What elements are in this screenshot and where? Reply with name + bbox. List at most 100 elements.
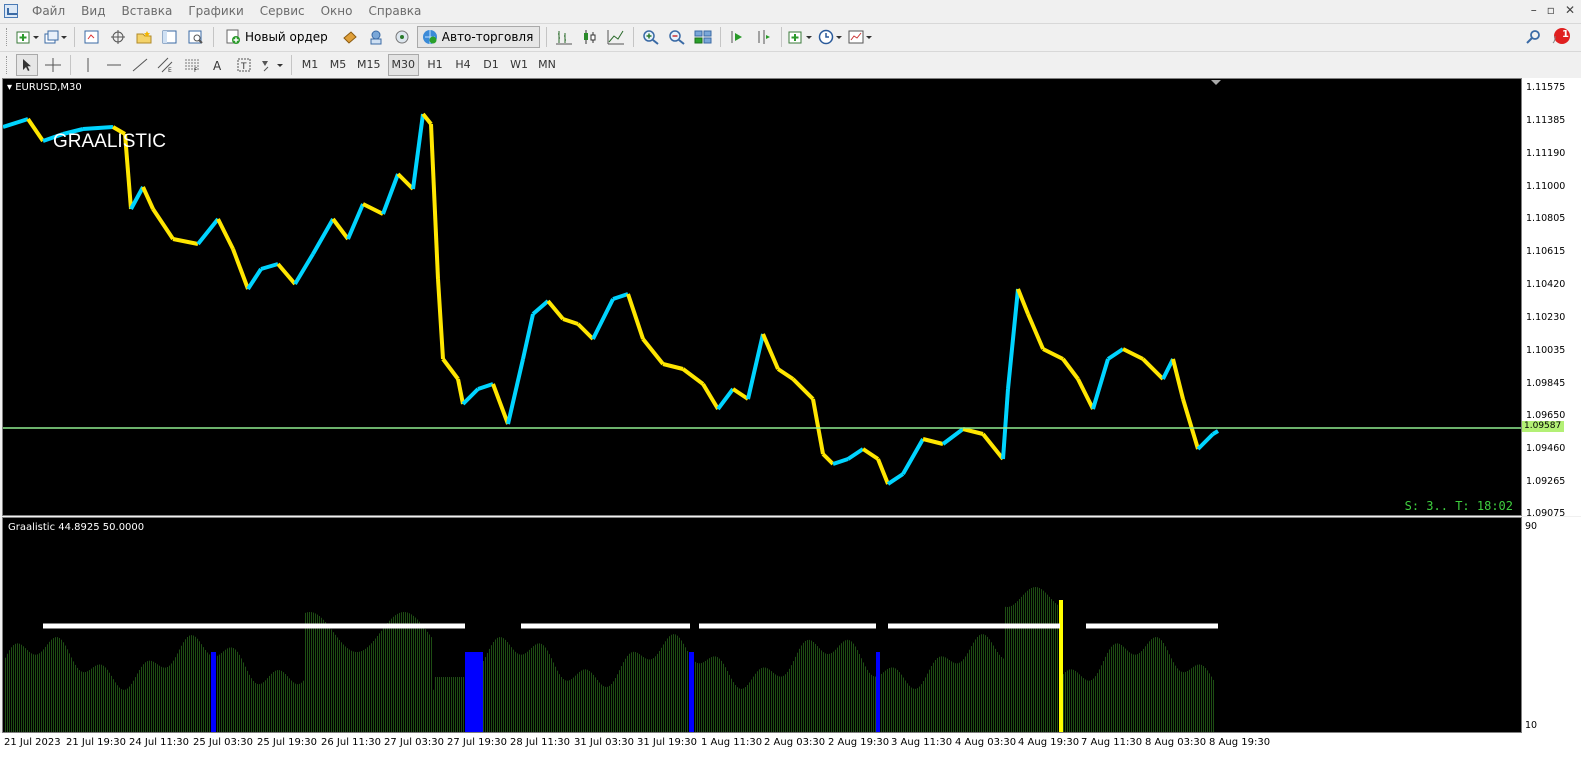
indicator-bar	[1187, 671, 1188, 732]
indicator-bar	[261, 683, 262, 732]
indicator-bar	[989, 639, 990, 732]
separator	[720, 27, 722, 47]
market-watch-button[interactable]	[81, 26, 103, 48]
indicator-bar	[651, 659, 652, 732]
indicator-bar	[883, 672, 884, 732]
indicator-bar	[713, 656, 714, 732]
bar-chart-button[interactable]	[553, 26, 575, 48]
tf-M5[interactable]: M5	[326, 54, 350, 76]
indicator-bar	[235, 649, 236, 732]
toolbar-grip[interactable]	[6, 55, 10, 74]
notifications-button[interactable]: 1	[1549, 26, 1571, 48]
metaeditor-button[interactable]	[339, 26, 361, 48]
tile-windows-button[interactable]	[692, 26, 714, 48]
indicator-bar	[597, 679, 598, 732]
strategy-tester-button[interactable]	[185, 26, 207, 48]
price-segment	[151, 207, 175, 241]
indicator-bar	[107, 669, 108, 732]
profiles-button[interactable]	[44, 26, 68, 48]
text-tool-button[interactable]: A	[207, 54, 229, 76]
tf-H1[interactable]: H1	[423, 54, 447, 76]
indicator-bar	[317, 614, 318, 732]
price-axis[interactable]: 1.11575 1.11385 1.11190 1.11000 1.10805 1.106…	[1522, 78, 1581, 519]
tf-W1[interactable]: W1	[507, 54, 531, 76]
indicator-bar	[709, 658, 710, 732]
navigator-button[interactable]	[133, 26, 155, 48]
price-segment	[531, 299, 550, 316]
periods-button[interactable]	[818, 26, 844, 48]
indicator-bar	[153, 661, 154, 732]
indicator-bar	[387, 622, 388, 732]
signals-button[interactable]	[391, 26, 413, 48]
indicator-bar	[327, 624, 328, 732]
candlestick-button[interactable]	[579, 26, 601, 48]
indicator-bar	[307, 612, 308, 732]
menu-file[interactable]: Файл	[24, 0, 73, 22]
text-label-button[interactable]: T	[233, 54, 255, 76]
indicator-bar	[951, 661, 952, 732]
crosshair-icon	[45, 57, 61, 72]
tf-H4[interactable]: H4	[451, 54, 475, 76]
fibonacci-button[interactable]: F	[181, 54, 203, 76]
menu-tools[interactable]: Сервис	[252, 0, 313, 22]
indicator-bar	[963, 659, 964, 732]
indicator-bar	[343, 644, 344, 732]
price-segment	[231, 248, 250, 290]
menu-charts[interactable]: Графики	[180, 0, 251, 22]
chart-shift-button[interactable]	[753, 26, 775, 48]
price-chart[interactable]: ▾ EURUSD,M30 GRAALISTIC S: 3.. T: 18:02	[2, 78, 1522, 516]
equidistant-channel-button[interactable]: E	[155, 54, 177, 76]
zoom-in-button[interactable]	[640, 26, 662, 48]
indicators-button[interactable]	[788, 26, 814, 48]
indicator-window[interactable]: Graalistic 44.8925 50.0000	[2, 517, 1522, 733]
vertical-line-button[interactable]	[77, 54, 99, 76]
indicator-bar	[405, 612, 406, 732]
toolbar-grip[interactable]	[6, 28, 10, 46]
indicator-bar	[567, 680, 568, 732]
search-button[interactable]	[1523, 26, 1545, 48]
trendline-button[interactable]	[129, 54, 151, 76]
restore-button[interactable]: ▫	[1547, 3, 1555, 17]
new-chart-button[interactable]	[16, 26, 40, 48]
indicator-bar	[805, 640, 806, 732]
tf-D1[interactable]: D1	[479, 54, 503, 76]
indicator-bar	[309, 612, 310, 732]
menu-view[interactable]: Вид	[73, 0, 113, 22]
menu-window[interactable]: Окно	[313, 0, 361, 22]
indicator-bar	[1207, 670, 1208, 732]
arrows-icon	[262, 60, 283, 71]
menu-help[interactable]: Справка	[361, 0, 430, 22]
indicator-bar	[503, 638, 504, 732]
indicator-bar	[357, 651, 358, 732]
line-chart-button[interactable]	[605, 26, 627, 48]
indicator-bar	[515, 651, 516, 732]
tf-M1[interactable]: M1	[298, 54, 322, 76]
templates-button[interactable]	[848, 26, 874, 48]
price-segment	[1196, 432, 1215, 451]
community-button[interactable]	[365, 26, 387, 48]
tf-M30[interactable]: M30	[387, 53, 419, 76]
indicator-bar	[165, 667, 166, 732]
indicator-bar	[53, 638, 54, 732]
time-tick: 8 Aug 19:30	[1209, 737, 1271, 748]
terminal-button[interactable]	[159, 26, 181, 48]
minimize-button[interactable]: –	[1531, 3, 1537, 17]
indicator-bar	[609, 685, 610, 732]
new-order-button[interactable]: Новый ордер	[220, 26, 335, 48]
horizontal-line-button[interactable]	[103, 54, 125, 76]
time-tick: 2 Aug 19:30	[828, 737, 890, 748]
indicator-tick-top: 90	[1525, 521, 1538, 532]
svg-text:F: F	[194, 67, 198, 73]
arrows-button[interactable]	[259, 54, 285, 76]
close-button[interactable]: ✕	[1565, 3, 1575, 17]
cursor-tool-button[interactable]	[16, 53, 38, 76]
tf-M15[interactable]: M15	[354, 54, 384, 76]
zoom-out-button[interactable]	[666, 26, 688, 48]
auto-scroll-button[interactable]	[727, 26, 749, 48]
data-window-button[interactable]	[107, 26, 129, 48]
crosshair-tool-button[interactable]	[42, 54, 64, 76]
indicator-bar	[1043, 590, 1044, 732]
tf-MN[interactable]: MN	[535, 54, 559, 76]
auto-trading-button[interactable]: Авто-торговля	[416, 26, 541, 48]
menu-insert[interactable]: Вставка	[113, 0, 180, 22]
